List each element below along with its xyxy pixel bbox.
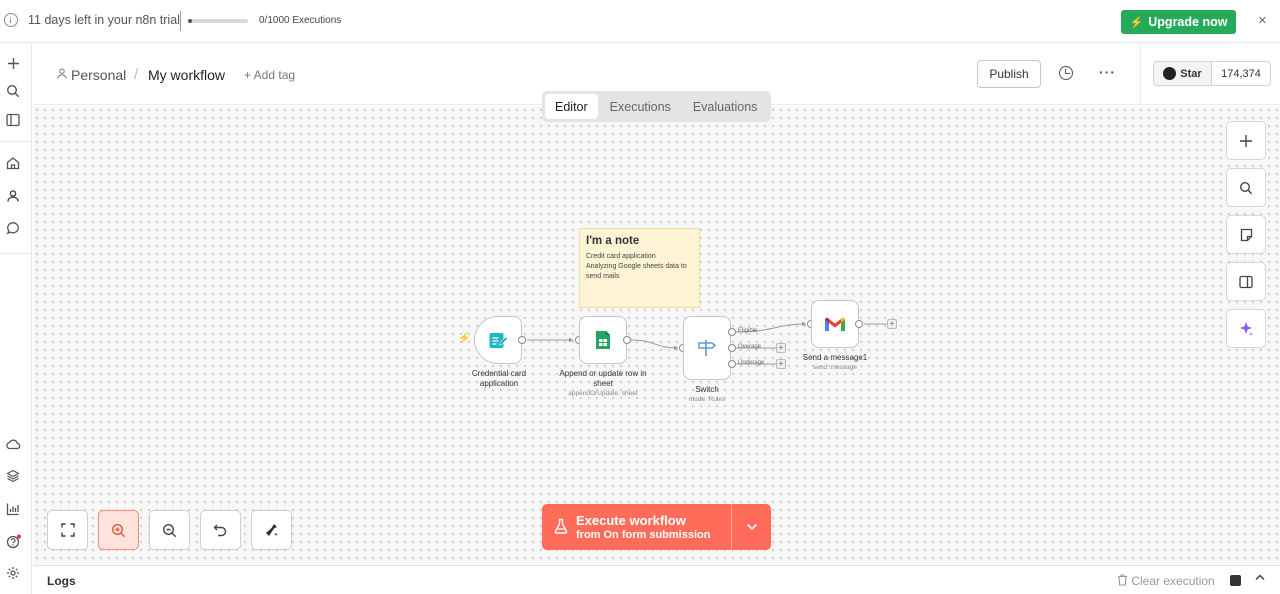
add-node-plus-icon[interactable]: + xyxy=(776,359,786,369)
zoom-out-button[interactable] xyxy=(149,510,190,550)
node-label-line: application xyxy=(479,379,519,388)
note-line: Analyzing Google sheets data to send mai… xyxy=(586,263,687,280)
node-subtitle-switch: mode: Rules xyxy=(688,396,726,403)
connection-arrow xyxy=(802,321,806,327)
node-label-sheets: Append or update row in sheet xyxy=(550,369,656,389)
node-subtitle-sheets: appendOrUpdate: sheet xyxy=(568,390,638,397)
logs-title: Logs xyxy=(47,574,76,588)
pop-out-icon[interactable] xyxy=(1230,575,1241,586)
clear-execution-label: Clear execution xyxy=(1131,574,1215,588)
connection-arrow xyxy=(674,345,678,351)
node-label-switch: Switch xyxy=(695,385,719,394)
output-label: Overage xyxy=(738,344,762,350)
node-google-sheets[interactable] xyxy=(579,316,627,364)
form-icon xyxy=(489,333,508,348)
logs-panel[interactable]: Logs Clear execution xyxy=(33,565,1280,594)
node-label-gmail: Send a message1 xyxy=(802,353,868,362)
undo-button[interactable] xyxy=(200,510,241,550)
node-label-trigger: Credential card application xyxy=(459,369,539,389)
broom-icon xyxy=(265,524,278,536)
node-label-line: sheet xyxy=(593,379,613,388)
output-port-eligible[interactable] xyxy=(728,328,736,336)
fit-view-icon xyxy=(60,523,75,537)
note-title: I'm a note xyxy=(586,235,640,247)
output-port-underage[interactable] xyxy=(728,360,736,368)
sticky-note[interactable]: I'm a note Credit card application Analy… xyxy=(579,228,700,308)
output-port[interactable] xyxy=(855,320,863,328)
note-line: Credit card application xyxy=(586,253,656,260)
node-subtitle-gmail: send: message xyxy=(812,364,858,371)
clear-execution-button[interactable]: Clear execution xyxy=(1117,574,1215,588)
output-label: Eligible xyxy=(738,328,758,334)
connection-sheets-switch xyxy=(630,339,679,349)
flask-icon xyxy=(554,518,568,537)
gmail-icon xyxy=(825,317,845,331)
node-switch[interactable] xyxy=(683,316,731,380)
output-label: Underage xyxy=(738,360,765,366)
zoom-in-button[interactable] xyxy=(98,510,139,550)
add-node-plus-icon[interactable]: + xyxy=(776,343,786,353)
google-sheets-icon xyxy=(596,331,610,349)
output-port[interactable] xyxy=(518,336,526,344)
output-port[interactable] xyxy=(623,336,631,344)
node-label-line: Credential card xyxy=(471,369,527,378)
node-label-line: Append or update row in xyxy=(559,369,647,378)
node-form-trigger[interactable] xyxy=(474,316,522,364)
zoom-out-icon xyxy=(162,523,177,537)
chevron-up-icon[interactable] xyxy=(1255,572,1265,584)
switch-signpost-icon xyxy=(698,340,717,356)
connection-arrow xyxy=(569,337,573,343)
execute-workflow-button[interactable]: Execute workflow from On form submission xyxy=(542,504,771,550)
tidy-up-button[interactable] xyxy=(251,510,292,550)
execute-options-chevron-icon[interactable] xyxy=(732,504,771,550)
execute-subtitle: from On form submission xyxy=(576,528,711,541)
undo-icon xyxy=(213,524,227,537)
output-port-overage[interactable] xyxy=(728,344,736,352)
execute-title: Execute workflow xyxy=(576,512,686,528)
trigger-bolt-icon: ⚡ xyxy=(458,333,471,344)
zoom-in-icon xyxy=(111,523,126,537)
node-gmail[interactable] xyxy=(811,300,859,348)
fit-view-button[interactable] xyxy=(47,510,88,550)
execute-main[interactable]: Execute workflow from On form submission xyxy=(542,504,732,550)
add-node-plus-icon[interactable]: + xyxy=(887,319,897,329)
trash-icon xyxy=(1118,574,1127,586)
